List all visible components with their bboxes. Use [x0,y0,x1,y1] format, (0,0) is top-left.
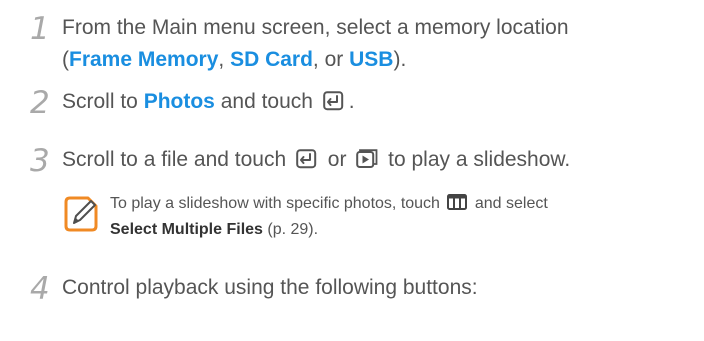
keyword-usb: USB [349,48,394,71]
menu-icon [447,194,468,218]
separator: , [218,48,231,71]
step-3-post: to play a slideshow. [382,148,571,171]
paren-open: ( [62,48,69,71]
keyword-photos: Photos [143,90,215,113]
play-icon [356,147,378,179]
step-number: 3 [30,143,50,179]
note-line1-pre: To play a slideshow with specific photos… [110,195,445,212]
separator: , or [312,48,350,71]
step-number: 4 [30,271,50,307]
step-2-pre: Scroll to [62,90,144,113]
note-pencil-icon [62,194,100,239]
paren-close: ). [393,48,407,71]
menu-option-select-multiple-files: Select Multiple Files [110,221,263,238]
step-2-mid: and touch [214,90,319,113]
step-3-or: or [321,148,353,171]
step-text: Control playback using the following but… [62,276,478,299]
keyword-sd-card: SD Card [230,48,313,71]
step-text: From the Main menu screen, select a memo… [62,12,694,76]
step-text: Scroll to a file and touch or to play a … [62,144,694,179]
note-box: To play a slideshow with specific photos… [62,192,702,250]
step-number: 1 [30,11,50,47]
step-text: Scroll to Photos and touch . [62,86,694,121]
step-3-pre: Scroll to a file and touch [62,148,292,171]
page-reference: (p. 29). [262,221,319,238]
note-text: To play a slideshow with specific photos… [110,192,548,242]
note-line1-post: and select [470,195,548,212]
keyword-frame-memory: Frame Memory [69,48,219,71]
step-number: 2 [30,85,50,121]
step-2-post: . [348,90,355,113]
enter-icon [322,89,345,121]
step-1-line1: From the Main menu screen, select a memo… [62,16,569,39]
enter-icon [296,147,318,179]
